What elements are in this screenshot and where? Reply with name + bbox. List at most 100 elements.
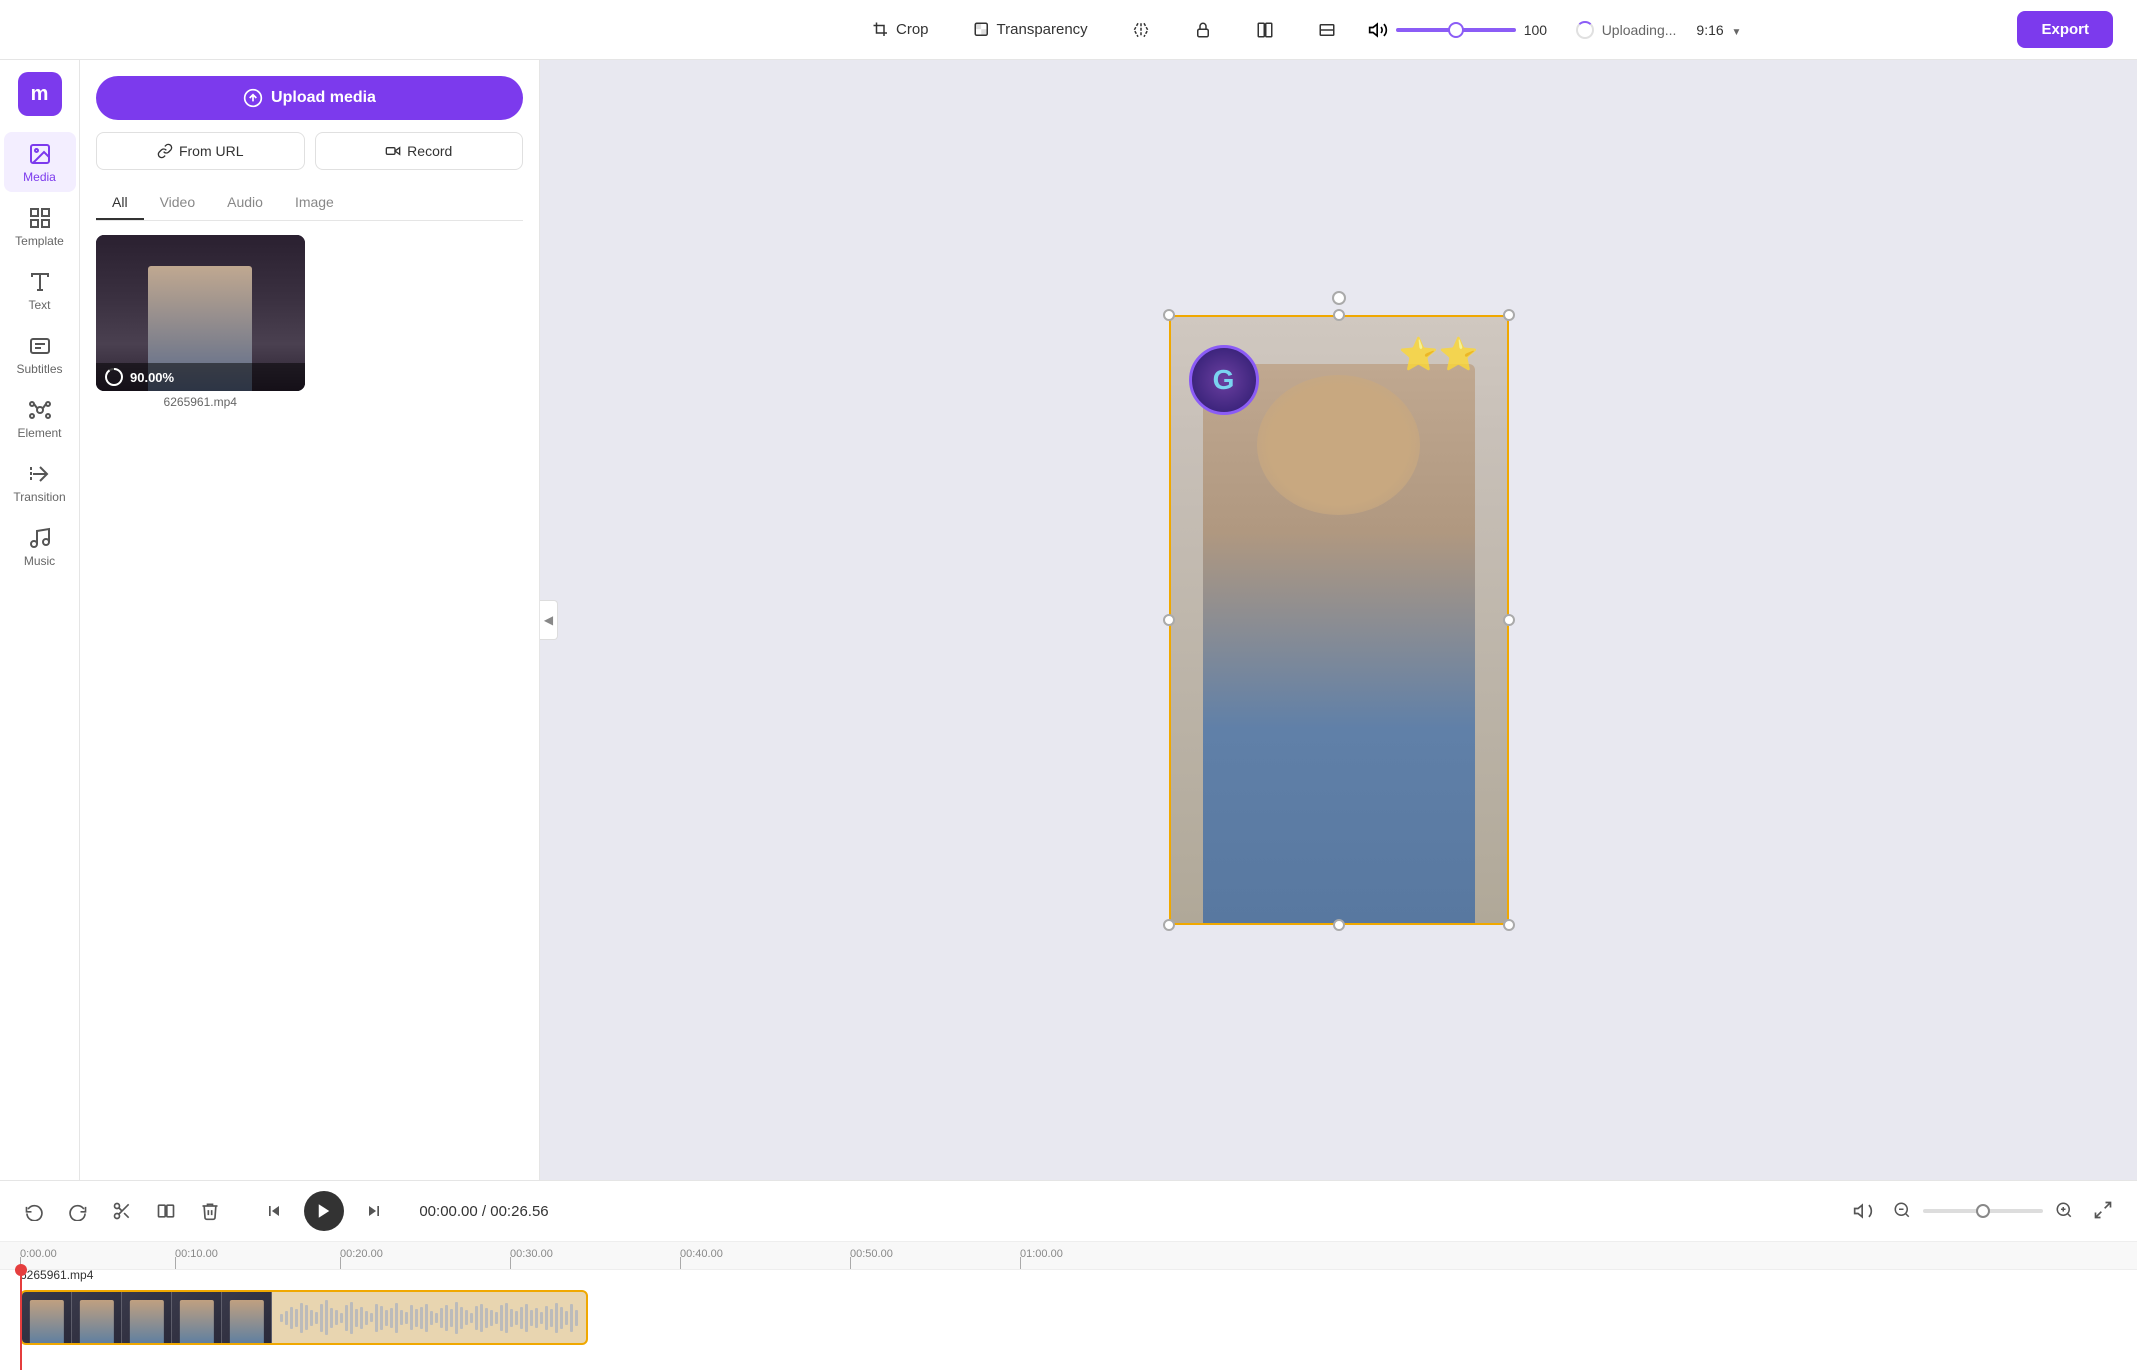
current-time: 00:00.00 bbox=[419, 1203, 477, 1220]
handle-top-center[interactable] bbox=[1333, 309, 1345, 321]
waveform-bar bbox=[330, 1308, 333, 1328]
aspect-ratio-badge: 9:16 ▼ bbox=[1696, 22, 1741, 38]
ruler-mark-2: 00:20.00 bbox=[340, 1248, 383, 1260]
ruler-tick-3 bbox=[510, 1257, 511, 1269]
scissors-button[interactable] bbox=[108, 1197, 136, 1225]
sidebar-item-element[interactable]: Element bbox=[4, 388, 76, 448]
waveform-bar bbox=[280, 1314, 283, 1322]
waveform-bar bbox=[445, 1305, 448, 1331]
record-icon bbox=[385, 143, 401, 159]
waveform-bar bbox=[370, 1313, 373, 1322]
sidebar-item-text[interactable]: Text bbox=[4, 260, 76, 320]
skip-start-button[interactable] bbox=[260, 1197, 288, 1225]
volume-timeline-button[interactable] bbox=[1849, 1197, 1877, 1225]
export-button[interactable]: Export bbox=[2017, 11, 2113, 48]
timeline-ruler[interactable]: 0:00.00 00:10.00 00:20.00 00:30.00 00:40… bbox=[0, 1242, 2137, 1270]
ruler-mark-6: 01:00.00 bbox=[1020, 1248, 1063, 1260]
thumb-frame bbox=[222, 1292, 272, 1343]
tab-image[interactable]: Image bbox=[279, 186, 350, 220]
waveform-bar bbox=[340, 1313, 343, 1323]
volume-control: 100 bbox=[1368, 20, 1556, 40]
thumb-person bbox=[29, 1300, 63, 1343]
undo-button[interactable] bbox=[20, 1197, 48, 1225]
music-icon bbox=[28, 526, 52, 550]
logo-overlay[interactable]: G bbox=[1189, 345, 1259, 415]
waveform-bar bbox=[485, 1308, 488, 1328]
handle-bottom-center[interactable] bbox=[1333, 919, 1345, 931]
waveform-bar bbox=[410, 1305, 413, 1330]
split-clip-button[interactable] bbox=[152, 1197, 180, 1225]
waveform-bar bbox=[525, 1304, 528, 1332]
fullscreen-button[interactable] bbox=[2089, 1196, 2117, 1227]
from-url-button[interactable]: From URL bbox=[96, 132, 305, 170]
sidebar-item-transition[interactable]: Transition bbox=[4, 452, 76, 512]
waveform-bar bbox=[320, 1304, 323, 1332]
tab-video[interactable]: Video bbox=[144, 186, 212, 220]
handle-bottom-left[interactable] bbox=[1163, 919, 1175, 931]
record-button[interactable]: Record bbox=[315, 132, 524, 170]
handle-mid-left[interactable] bbox=[1163, 614, 1175, 626]
crop-button[interactable]: Crop bbox=[860, 15, 941, 45]
crop-label: Crop bbox=[896, 21, 929, 38]
sidebar-item-media[interactable]: Media bbox=[4, 132, 76, 192]
volume-icon bbox=[1368, 20, 1388, 40]
handle-mid-right[interactable] bbox=[1503, 614, 1515, 626]
align-button[interactable] bbox=[1306, 15, 1348, 45]
redo-button[interactable] bbox=[64, 1197, 92, 1225]
zoom-out-button[interactable] bbox=[1889, 1197, 1915, 1226]
track-clip[interactable] bbox=[20, 1290, 588, 1345]
skip-end-icon bbox=[364, 1201, 384, 1221]
tab-audio[interactable]: Audio bbox=[211, 186, 279, 220]
waveform-bar bbox=[535, 1308, 538, 1328]
zoom-slider[interactable] bbox=[1923, 1209, 2043, 1213]
ruler-tick-4 bbox=[680, 1257, 681, 1269]
ruler-content: 0:00.00 00:10.00 00:20.00 00:30.00 00:40… bbox=[0, 1242, 2137, 1269]
sidebar-item-template[interactable]: Template bbox=[4, 196, 76, 256]
waveform-bar bbox=[455, 1302, 458, 1334]
play-button[interactable] bbox=[304, 1191, 344, 1231]
waveform-bar bbox=[565, 1311, 568, 1325]
lock-button[interactable] bbox=[1182, 15, 1224, 45]
split-button[interactable] bbox=[1244, 15, 1286, 45]
waveform-bar bbox=[415, 1309, 418, 1327]
thumb-person bbox=[129, 1300, 163, 1343]
volume-slider[interactable] bbox=[1396, 28, 1516, 32]
upload-icon bbox=[243, 88, 263, 108]
handle-top-right[interactable] bbox=[1503, 309, 1515, 321]
sidebar-element-label: Element bbox=[17, 426, 61, 440]
flip-horizontal-button[interactable] bbox=[1120, 15, 1162, 45]
volume-value: 100 bbox=[1524, 22, 1556, 38]
transparency-label: Transparency bbox=[997, 21, 1088, 38]
split-icon bbox=[1256, 21, 1274, 39]
waveform-bar bbox=[425, 1304, 428, 1332]
handle-bottom-right[interactable] bbox=[1503, 919, 1515, 931]
sidebar-item-subtitles[interactable]: Subtitles bbox=[4, 324, 76, 384]
app-logo[interactable]: m bbox=[18, 72, 62, 116]
waveform-bar bbox=[440, 1308, 443, 1328]
rotate-handle[interactable] bbox=[1332, 291, 1346, 305]
skip-start-icon bbox=[264, 1201, 284, 1221]
waveform-bar bbox=[295, 1309, 298, 1327]
track-thumbnails bbox=[22, 1292, 272, 1343]
waveform-bar bbox=[490, 1310, 493, 1326]
split-clip-icon bbox=[156, 1201, 176, 1221]
upload-media-button[interactable]: Upload media bbox=[96, 76, 523, 120]
sidebar-item-music[interactable]: Music bbox=[4, 516, 76, 576]
toolbar-right: Export bbox=[2017, 11, 2113, 48]
transparency-button[interactable]: Transparency bbox=[961, 15, 1100, 45]
delete-icon bbox=[200, 1201, 220, 1221]
delete-button[interactable] bbox=[196, 1197, 224, 1225]
uploading-status: Uploading... bbox=[1576, 21, 1677, 39]
waveform-bar bbox=[385, 1310, 388, 1326]
waveform-bar bbox=[380, 1306, 383, 1330]
media-thumbnail[interactable]: 90.00% bbox=[96, 235, 305, 391]
collapse-panel-button[interactable]: ◀ bbox=[540, 600, 558, 640]
timeline-tracks: 6265961.mp4 bbox=[0, 1270, 2137, 1370]
waveform-bar bbox=[405, 1312, 408, 1324]
handle-top-left[interactable] bbox=[1163, 309, 1175, 321]
thumb-person bbox=[179, 1300, 213, 1343]
tab-all[interactable]: All bbox=[96, 186, 144, 220]
zoom-in-button[interactable] bbox=[2051, 1197, 2077, 1226]
skip-end-button[interactable] bbox=[360, 1197, 388, 1225]
list-item[interactable]: 90.00% 6265961.mp4 bbox=[96, 235, 305, 409]
